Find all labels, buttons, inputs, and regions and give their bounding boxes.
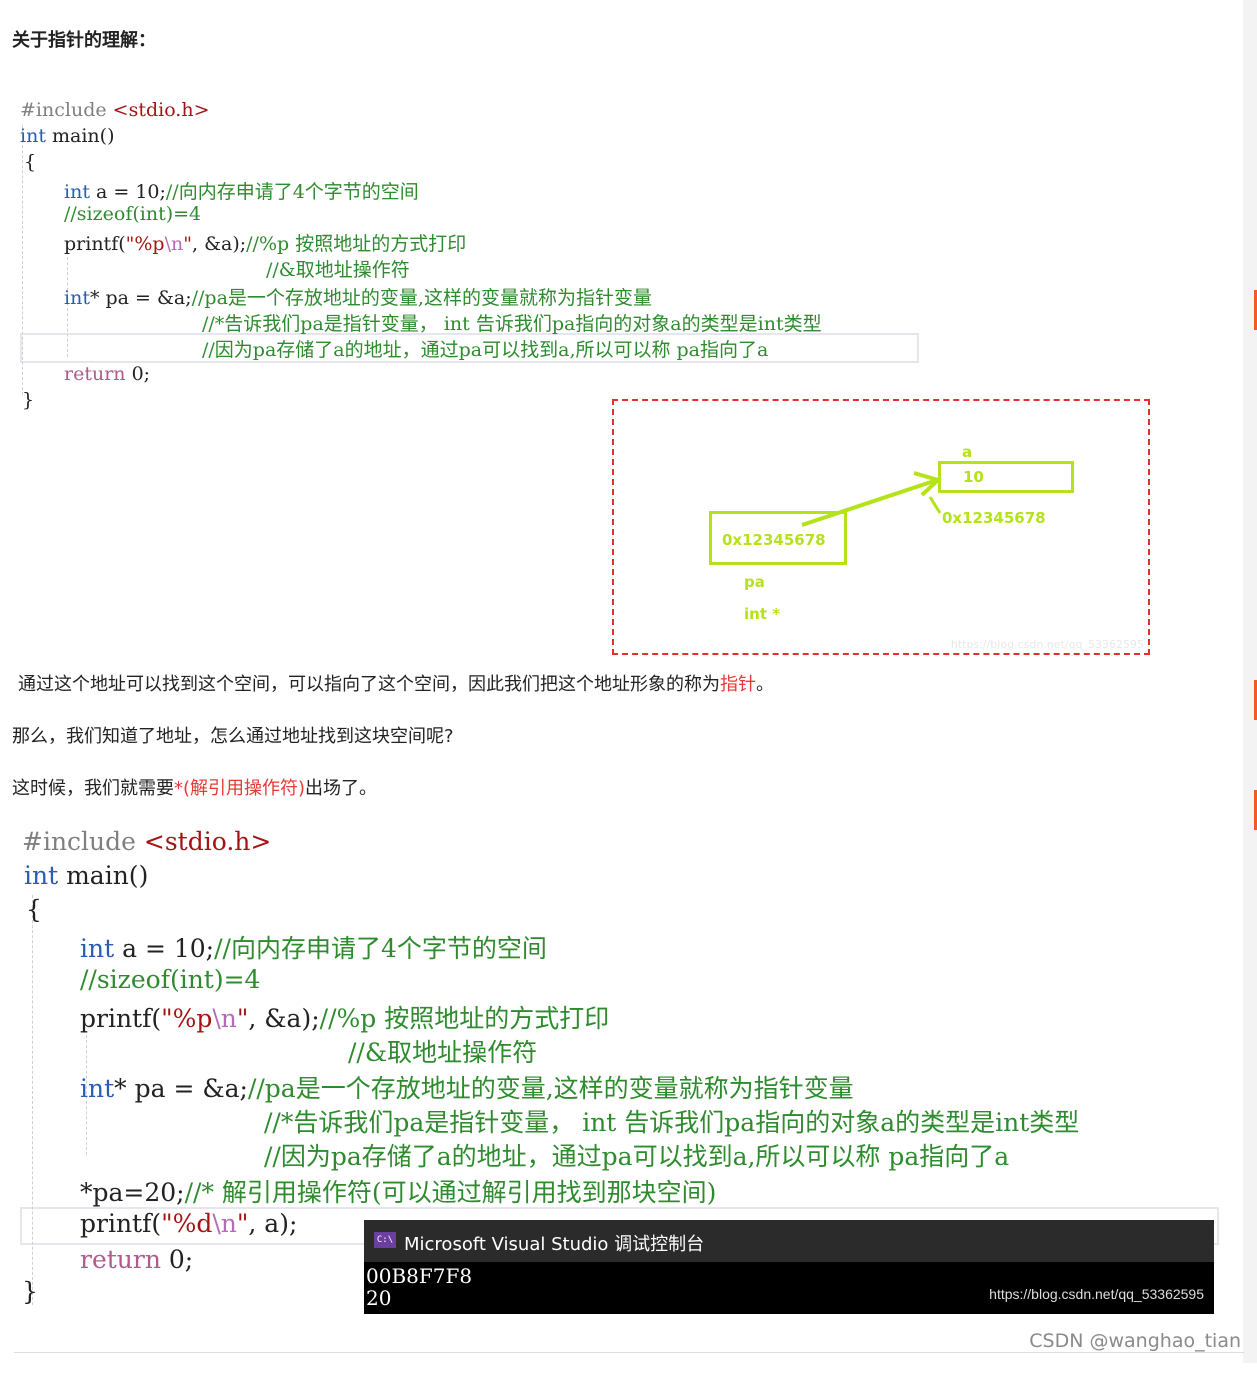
code-line-pa: int* pa = &a;//pa是一个存放地址的变量,这样的变量就称为指针变量 bbox=[80, 1074, 854, 1103]
code-line-return: return 0; bbox=[80, 1245, 194, 1274]
indent-guide bbox=[32, 895, 33, 1305]
csdn-watermark: CSDN @wanghao_tian bbox=[1029, 1330, 1241, 1352]
code-line-close-brace: } bbox=[22, 389, 35, 411]
var-a-address: 0x12345678 bbox=[942, 509, 1046, 527]
paragraph-deref: 这时候，我们就需要*(解引用操作符)出场了。 bbox=[12, 778, 378, 799]
right-scroll-strip bbox=[1243, 0, 1257, 1363]
var-a-value: 10 bbox=[963, 468, 984, 486]
code-line-printf2: printf("%d\n", a); bbox=[80, 1209, 298, 1238]
code-line-a: int a = 10;//向内存申请了4个字节的空间 bbox=[64, 181, 419, 203]
code-line-include: #include <stdio.h> bbox=[22, 827, 272, 856]
code-line-addr-comment: //&取地址操作符 bbox=[348, 1038, 538, 1067]
diagram-watermark: https://blog.csdn.net/qq_53362595 bbox=[950, 638, 1144, 651]
code-line-pa-comment3: //因为pa存储了a的地址，通过pa可以找到a,所以可以称 pa指向了a bbox=[202, 339, 769, 361]
console-watermark: https://blog.csdn.net/qq_53362595 bbox=[989, 1286, 1204, 1302]
code-line-close-brace: } bbox=[22, 1277, 38, 1306]
code-line-return: return 0; bbox=[64, 363, 151, 385]
var-pa-box: 0x12345678 bbox=[709, 511, 847, 565]
code-line-main: int main() bbox=[24, 861, 149, 890]
code-line-pa-comment3: //因为pa存储了a的地址，通过pa可以找到a,所以可以称 pa指向了a bbox=[264, 1142, 1010, 1171]
code-line-a: int a = 10;//向内存申请了4个字节的空间 bbox=[80, 934, 547, 963]
code-line-pa-comment2: //*告诉我们pa是指针变量， int 告诉我们pa指向的对象a的类型是int类… bbox=[202, 313, 822, 335]
console-title: Microsoft Visual Studio 调试控制台 bbox=[404, 1234, 705, 1255]
code-line-sizeof: //sizeof(int)=4 bbox=[64, 203, 202, 225]
paragraph-question: 那么，我们知道了地址，怎么通过地址找到这块空间呢? bbox=[12, 726, 454, 747]
var-pa-value: 0x12345678 bbox=[722, 531, 826, 549]
var-a-box: 10 bbox=[938, 461, 1074, 493]
console-title-bar: C:\ Microsoft Visual Studio 调试控制台 bbox=[364, 1220, 1214, 1262]
code-line-printf: printf("%p\n", &a);//%p 按照地址的方式打印 bbox=[80, 1004, 610, 1033]
debug-console-window: C:\ Microsoft Visual Studio 调试控制台 00B8F7… bbox=[364, 1220, 1214, 1314]
code-line-printf: printf("%p\n", &a);//%p 按照地址的方式打印 bbox=[64, 233, 467, 255]
divider bbox=[14, 1352, 1244, 1353]
code-block-1: #include <stdio.h> int main() { int a = … bbox=[20, 97, 920, 417]
pointer-arrow bbox=[801, 471, 942, 527]
var-a-label: a bbox=[962, 443, 973, 461]
code-line-include: #include <stdio.h> bbox=[20, 99, 210, 121]
code-line-open-brace: { bbox=[24, 151, 37, 173]
code-line-open-brace: { bbox=[26, 895, 42, 924]
indent-guide bbox=[22, 125, 23, 395]
console-output-line: 00B8F7F8 bbox=[366, 1264, 473, 1288]
console-app-icon: C:\ bbox=[374, 1232, 396, 1248]
code-line-addr-comment: //&取地址操作符 bbox=[266, 259, 410, 281]
code-line-main: int main() bbox=[20, 125, 115, 147]
var-pa-label: pa bbox=[744, 573, 765, 591]
code-line-sizeof: //sizeof(int)=4 bbox=[80, 965, 261, 994]
pointer-diagram: a 10 0x12345678 0x12345678 pa int * http… bbox=[612, 399, 1150, 655]
section-heading: 关于指针的理解： bbox=[12, 30, 156, 51]
console-output-line: 20 bbox=[366, 1286, 392, 1310]
var-pa-type: int * bbox=[744, 605, 781, 623]
code-line-pa-comment2: //*告诉我们pa是指针变量， int 告诉我们pa指向的对象a的类型是int类… bbox=[264, 1108, 1080, 1137]
paragraph-pointer-intro: 通过这个地址可以找到这个空间，可以指向了这个空间，因此我们把这个地址形象的称为指… bbox=[18, 674, 774, 695]
code-line-deref: *pa=20;//* 解引用操作符(可以通过解引用找到那块空间) bbox=[80, 1178, 717, 1207]
code-line-pa: int* pa = &a;//pa是一个存放地址的变量,这样的变量就称为指针变量 bbox=[64, 287, 652, 309]
